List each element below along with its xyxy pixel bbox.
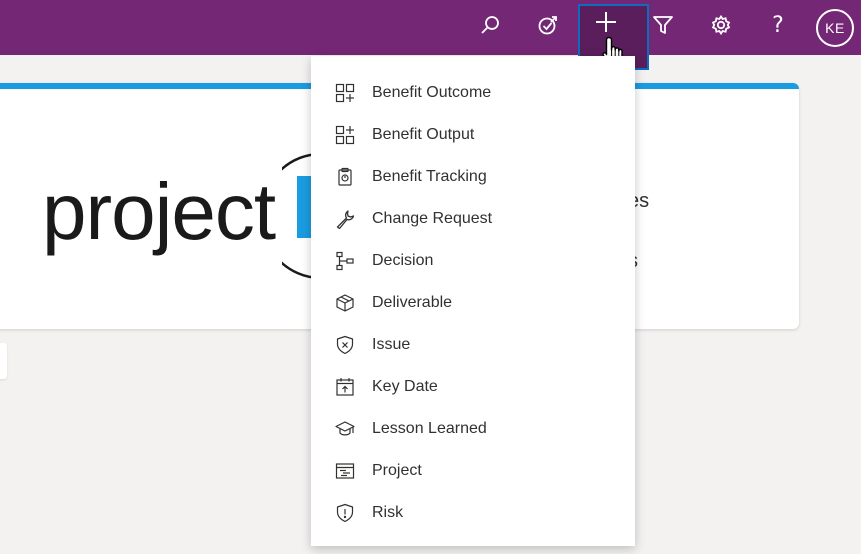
shield-x-icon [334, 334, 356, 356]
side-panel-stub[interactable] [0, 343, 7, 379]
filter-icon [652, 14, 674, 36]
menu-item-decision[interactable]: Decision [311, 240, 635, 282]
menu-item-deliverable[interactable]: Deliverable [311, 282, 635, 324]
menu-item-label: Benefit Tracking [372, 168, 487, 185]
menu-item-risk[interactable]: Risk [311, 492, 635, 534]
project-icon [334, 460, 356, 482]
menu-item-label: Key Date [372, 378, 438, 395]
settings-button[interactable] [693, 0, 749, 50]
filter-button[interactable] [635, 0, 691, 50]
shield-alert-icon [334, 502, 356, 524]
calendar-icon [334, 376, 356, 398]
goal-button[interactable] [520, 0, 576, 50]
menu-item-label: Risk [372, 504, 404, 521]
menu-item-benefit-outcome[interactable]: Benefit Outcome [311, 72, 635, 114]
project-logo-text: project [42, 167, 276, 256]
menu-item-label: Benefit Output [372, 126, 475, 143]
settings-icon [710, 14, 732, 36]
menu-item-project[interactable]: Project [311, 450, 635, 492]
search-button[interactable] [462, 0, 518, 50]
benefit-tracking-icon [334, 166, 356, 188]
box-icon [334, 292, 356, 314]
decision-icon [334, 250, 356, 272]
top-bar: ? KE [0, 0, 861, 70]
menu-item-label: Issue [372, 336, 411, 353]
benefit-output-icon [334, 124, 356, 146]
menu-item-label: Project [372, 462, 422, 479]
help-icon: ? [772, 12, 784, 38]
wrench-icon [334, 208, 356, 230]
menu-item-benefit-output[interactable]: Benefit Output [311, 114, 635, 156]
graduation-cap-icon [334, 418, 356, 440]
menu-item-label: Deliverable [372, 294, 453, 311]
menu-item-key-date[interactable]: Key Date [311, 366, 635, 408]
search-icon [479, 14, 501, 36]
menu-item-lesson-learned[interactable]: Lesson Learned [311, 408, 635, 450]
goal-icon [537, 14, 559, 36]
menu-item-label: Decision [372, 252, 434, 269]
new-record-menu: Benefit Outcome Benefit Output Benefit T… [311, 56, 635, 546]
add-icon [594, 10, 618, 34]
user-avatar[interactable]: KE [816, 9, 854, 47]
menu-item-label: Change Request [372, 210, 493, 227]
menu-item-change-request[interactable]: Change Request [311, 198, 635, 240]
benefit-outcome-icon [334, 82, 356, 104]
menu-item-issue[interactable]: Issue [311, 324, 635, 366]
help-button[interactable]: ? [750, 0, 806, 50]
menu-item-label: Benefit Outcome [372, 84, 492, 101]
menu-item-benefit-tracking[interactable]: Benefit Tracking [311, 156, 635, 198]
menu-item-label: Lesson Learned [372, 420, 487, 437]
